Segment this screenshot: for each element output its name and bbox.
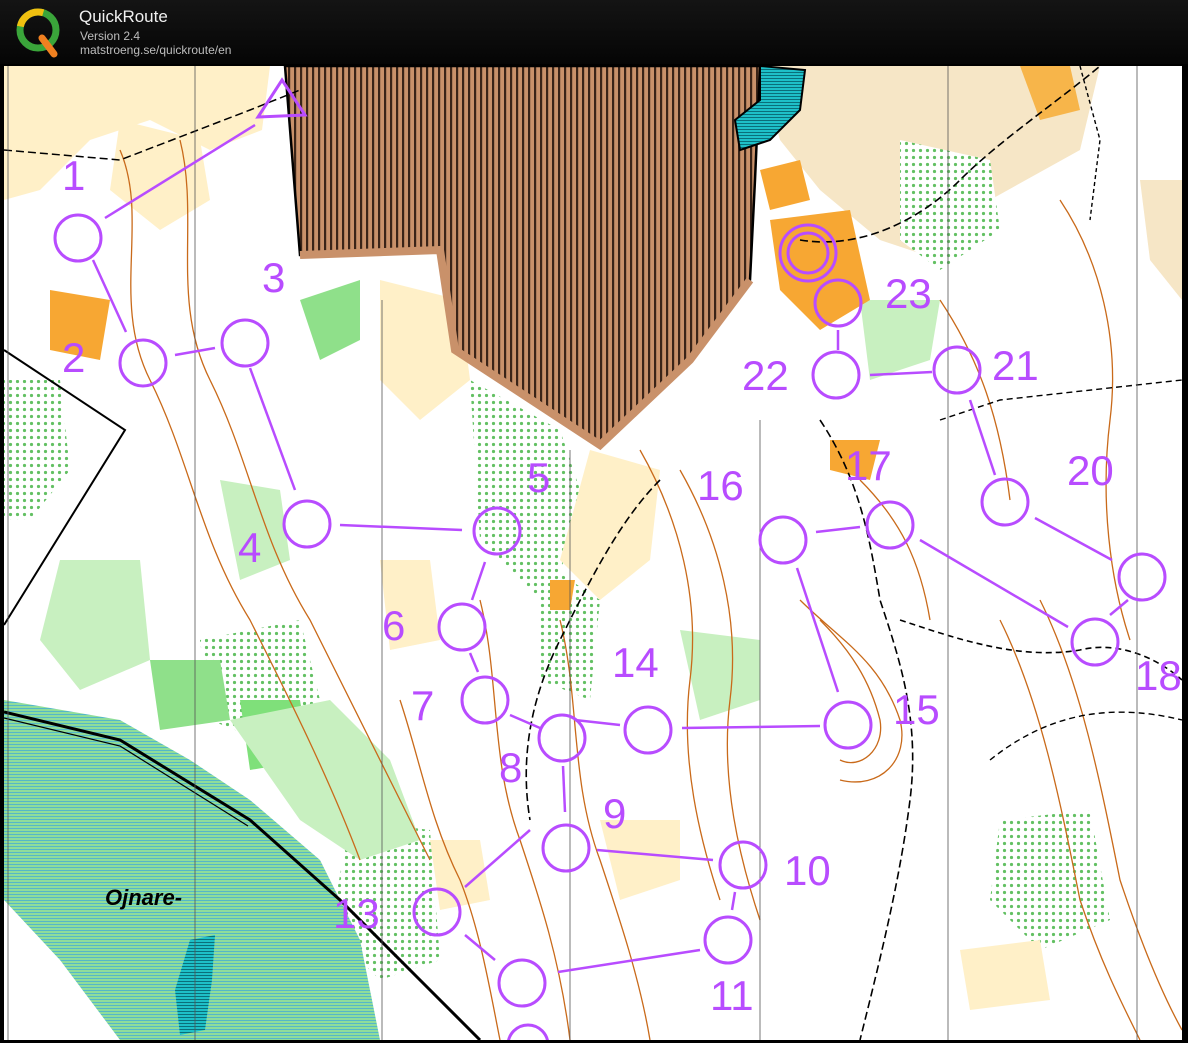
title-bar: QuickRoute Version 2.4 matstroeng.se/qui…: [0, 0, 1188, 64]
orienteering-map[interactable]: Ojnare- 1 2 3 4 5 6 7 8 9 10 11 13 14 15…: [4, 66, 1182, 1040]
control-label-1: 1: [62, 152, 85, 199]
quickroute-logo-icon: [16, 8, 60, 58]
control-label-11: 11: [710, 972, 754, 1019]
control-label-14: 14: [612, 639, 659, 686]
control-label-20: 20: [1067, 447, 1114, 494]
control-label-6: 6: [382, 602, 405, 649]
control-label-4: 4: [238, 524, 261, 571]
app-title: QuickRoute: [79, 7, 168, 26]
place-label: Ojnare-: [105, 885, 182, 910]
control-label-23: 23: [885, 270, 932, 317]
control-label-2: 2: [62, 334, 85, 381]
control-label-10: 10: [784, 847, 831, 894]
control-label-15: 15: [893, 686, 940, 733]
control-label-17: 17: [845, 442, 892, 489]
control-label-9: 9: [603, 790, 626, 837]
control-label-7: 7: [411, 682, 434, 729]
control-label-22: 22: [742, 352, 789, 399]
map-view[interactable]: Ojnare- 1 2 3 4 5 6 7 8 9 10 11 13 14 15…: [4, 66, 1182, 1040]
control-label-18: 18: [1135, 652, 1182, 699]
app-url[interactable]: matstroeng.se/quickroute/en: [80, 43, 231, 57]
control-label-8: 8: [499, 744, 522, 791]
control-label-3: 3: [262, 254, 285, 301]
control-label-21: 21: [992, 342, 1039, 389]
app-version: Version 2.4: [80, 29, 141, 43]
control-label-5: 5: [527, 454, 550, 501]
control-label-16: 16: [697, 462, 744, 509]
control-label-13: 13: [333, 890, 380, 937]
